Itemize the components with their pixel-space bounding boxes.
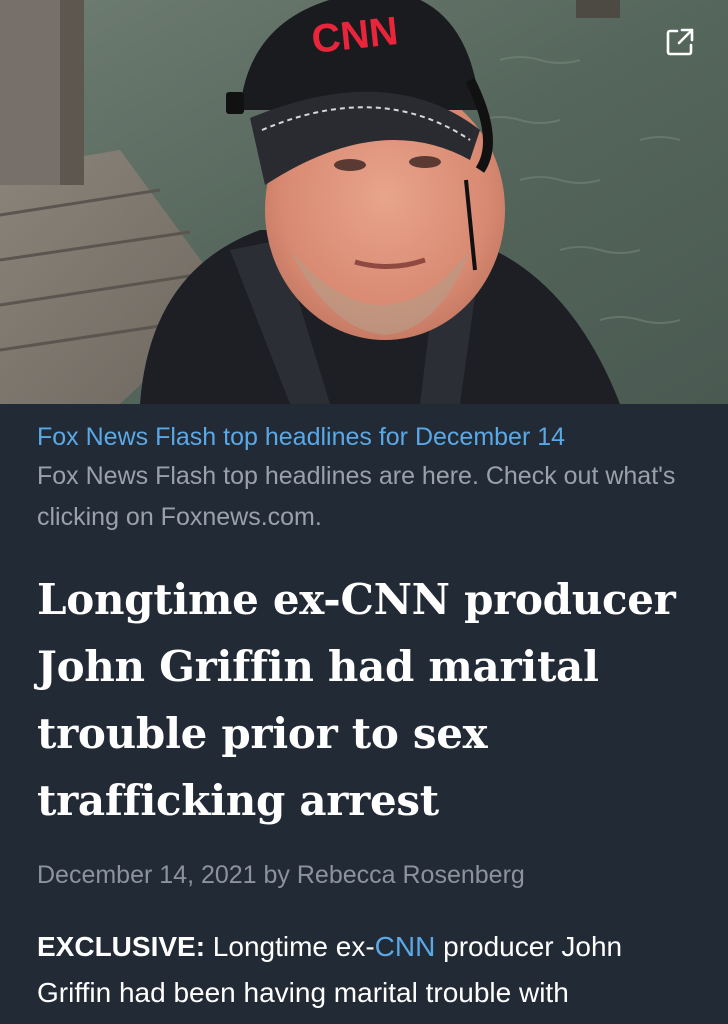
caption-title-link[interactable]: Fox News Flash top headlines for Decembe… xyxy=(37,420,697,454)
exclusive-label: EXCLUSIVE: xyxy=(37,931,206,962)
external-link-button[interactable] xyxy=(660,22,700,62)
hero-photo-illustration: CNN xyxy=(0,0,728,404)
image-caption: Fox News Flash top headlines for Decembe… xyxy=(37,420,697,538)
cnn-link[interactable]: CNN xyxy=(375,931,436,962)
article-byline: December 14, 2021 by Rebecca Rosenberg xyxy=(37,861,525,889)
external-link-icon xyxy=(666,28,694,56)
caption-description: Fox News Flash top headlines are here. C… xyxy=(37,462,676,531)
body-text-segment: Longtime ex- xyxy=(205,931,375,962)
article-page: CNN Fox News Flash top headlines for Dec… xyxy=(0,0,728,1024)
article-headline: Longtime ex-CNN producer John Griffin ha… xyxy=(37,575,676,825)
hero-image: CNN xyxy=(0,0,728,404)
article-body-paragraph: EXCLUSIVE: Longtime ex-CNN producer John… xyxy=(37,924,697,1016)
cap-logo-text: CNN xyxy=(309,9,400,62)
